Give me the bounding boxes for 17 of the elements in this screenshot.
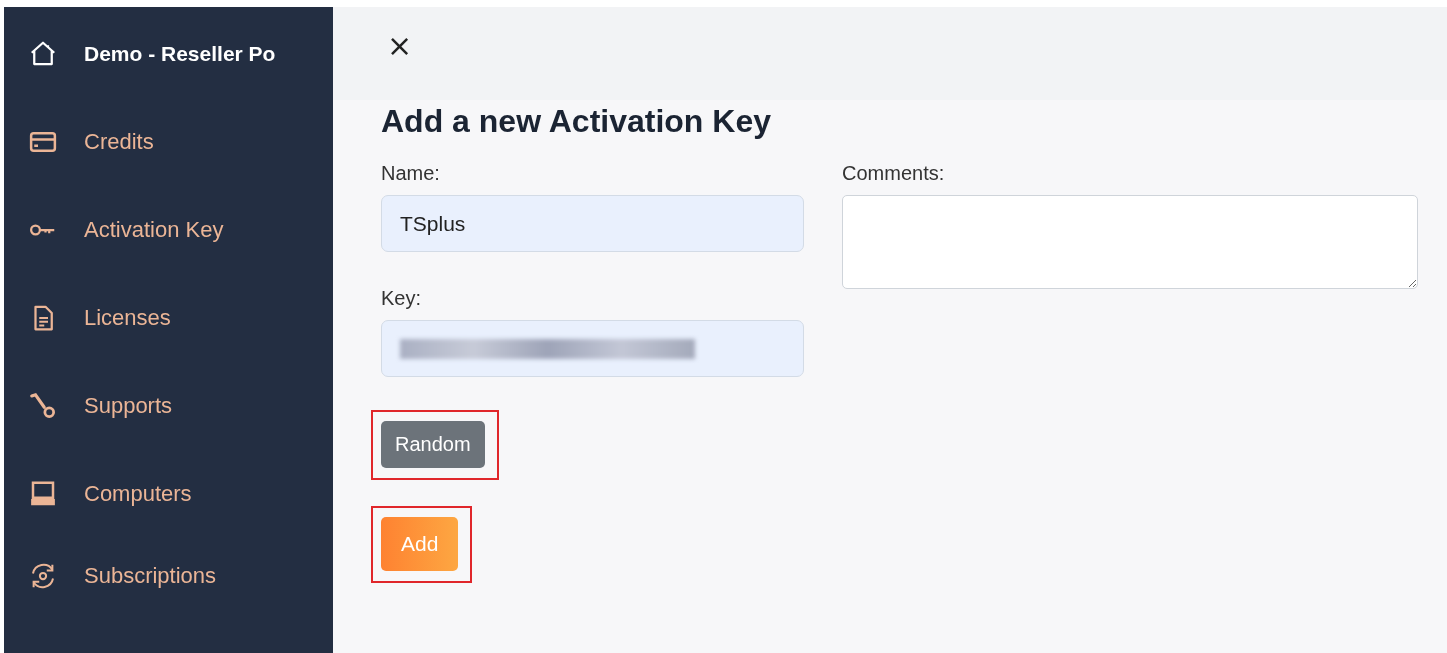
sidebar-item[interactable]: Credits	[4, 98, 333, 186]
key-field[interactable]	[381, 320, 804, 377]
sidebar-item[interactable]: Computers	[4, 450, 333, 538]
field-label: Comments:	[842, 161, 945, 186]
sidebar-item[interactable]: Licenses	[4, 274, 333, 362]
name-field[interactable]: TSplus	[381, 195, 804, 252]
close-button[interactable]: ×	[387, 29, 413, 63]
random-button[interactable]: Random	[381, 421, 485, 468]
sidebar-item[interactable]: Subscriptions	[4, 538, 333, 614]
field-label: Name:	[381, 161, 440, 186]
dialog-title: Add a new Activation Key	[381, 102, 772, 141]
field-label: Key:	[381, 286, 422, 311]
sidebar-item[interactable]: Activation Key	[4, 186, 333, 274]
sidebar-item[interactable]: Demo - Reseller Po	[4, 10, 333, 98]
sidebar-item[interactable]: Supports	[4, 362, 333, 450]
wrench-icon	[28, 391, 58, 421]
comments-field[interactable]	[842, 195, 1418, 289]
